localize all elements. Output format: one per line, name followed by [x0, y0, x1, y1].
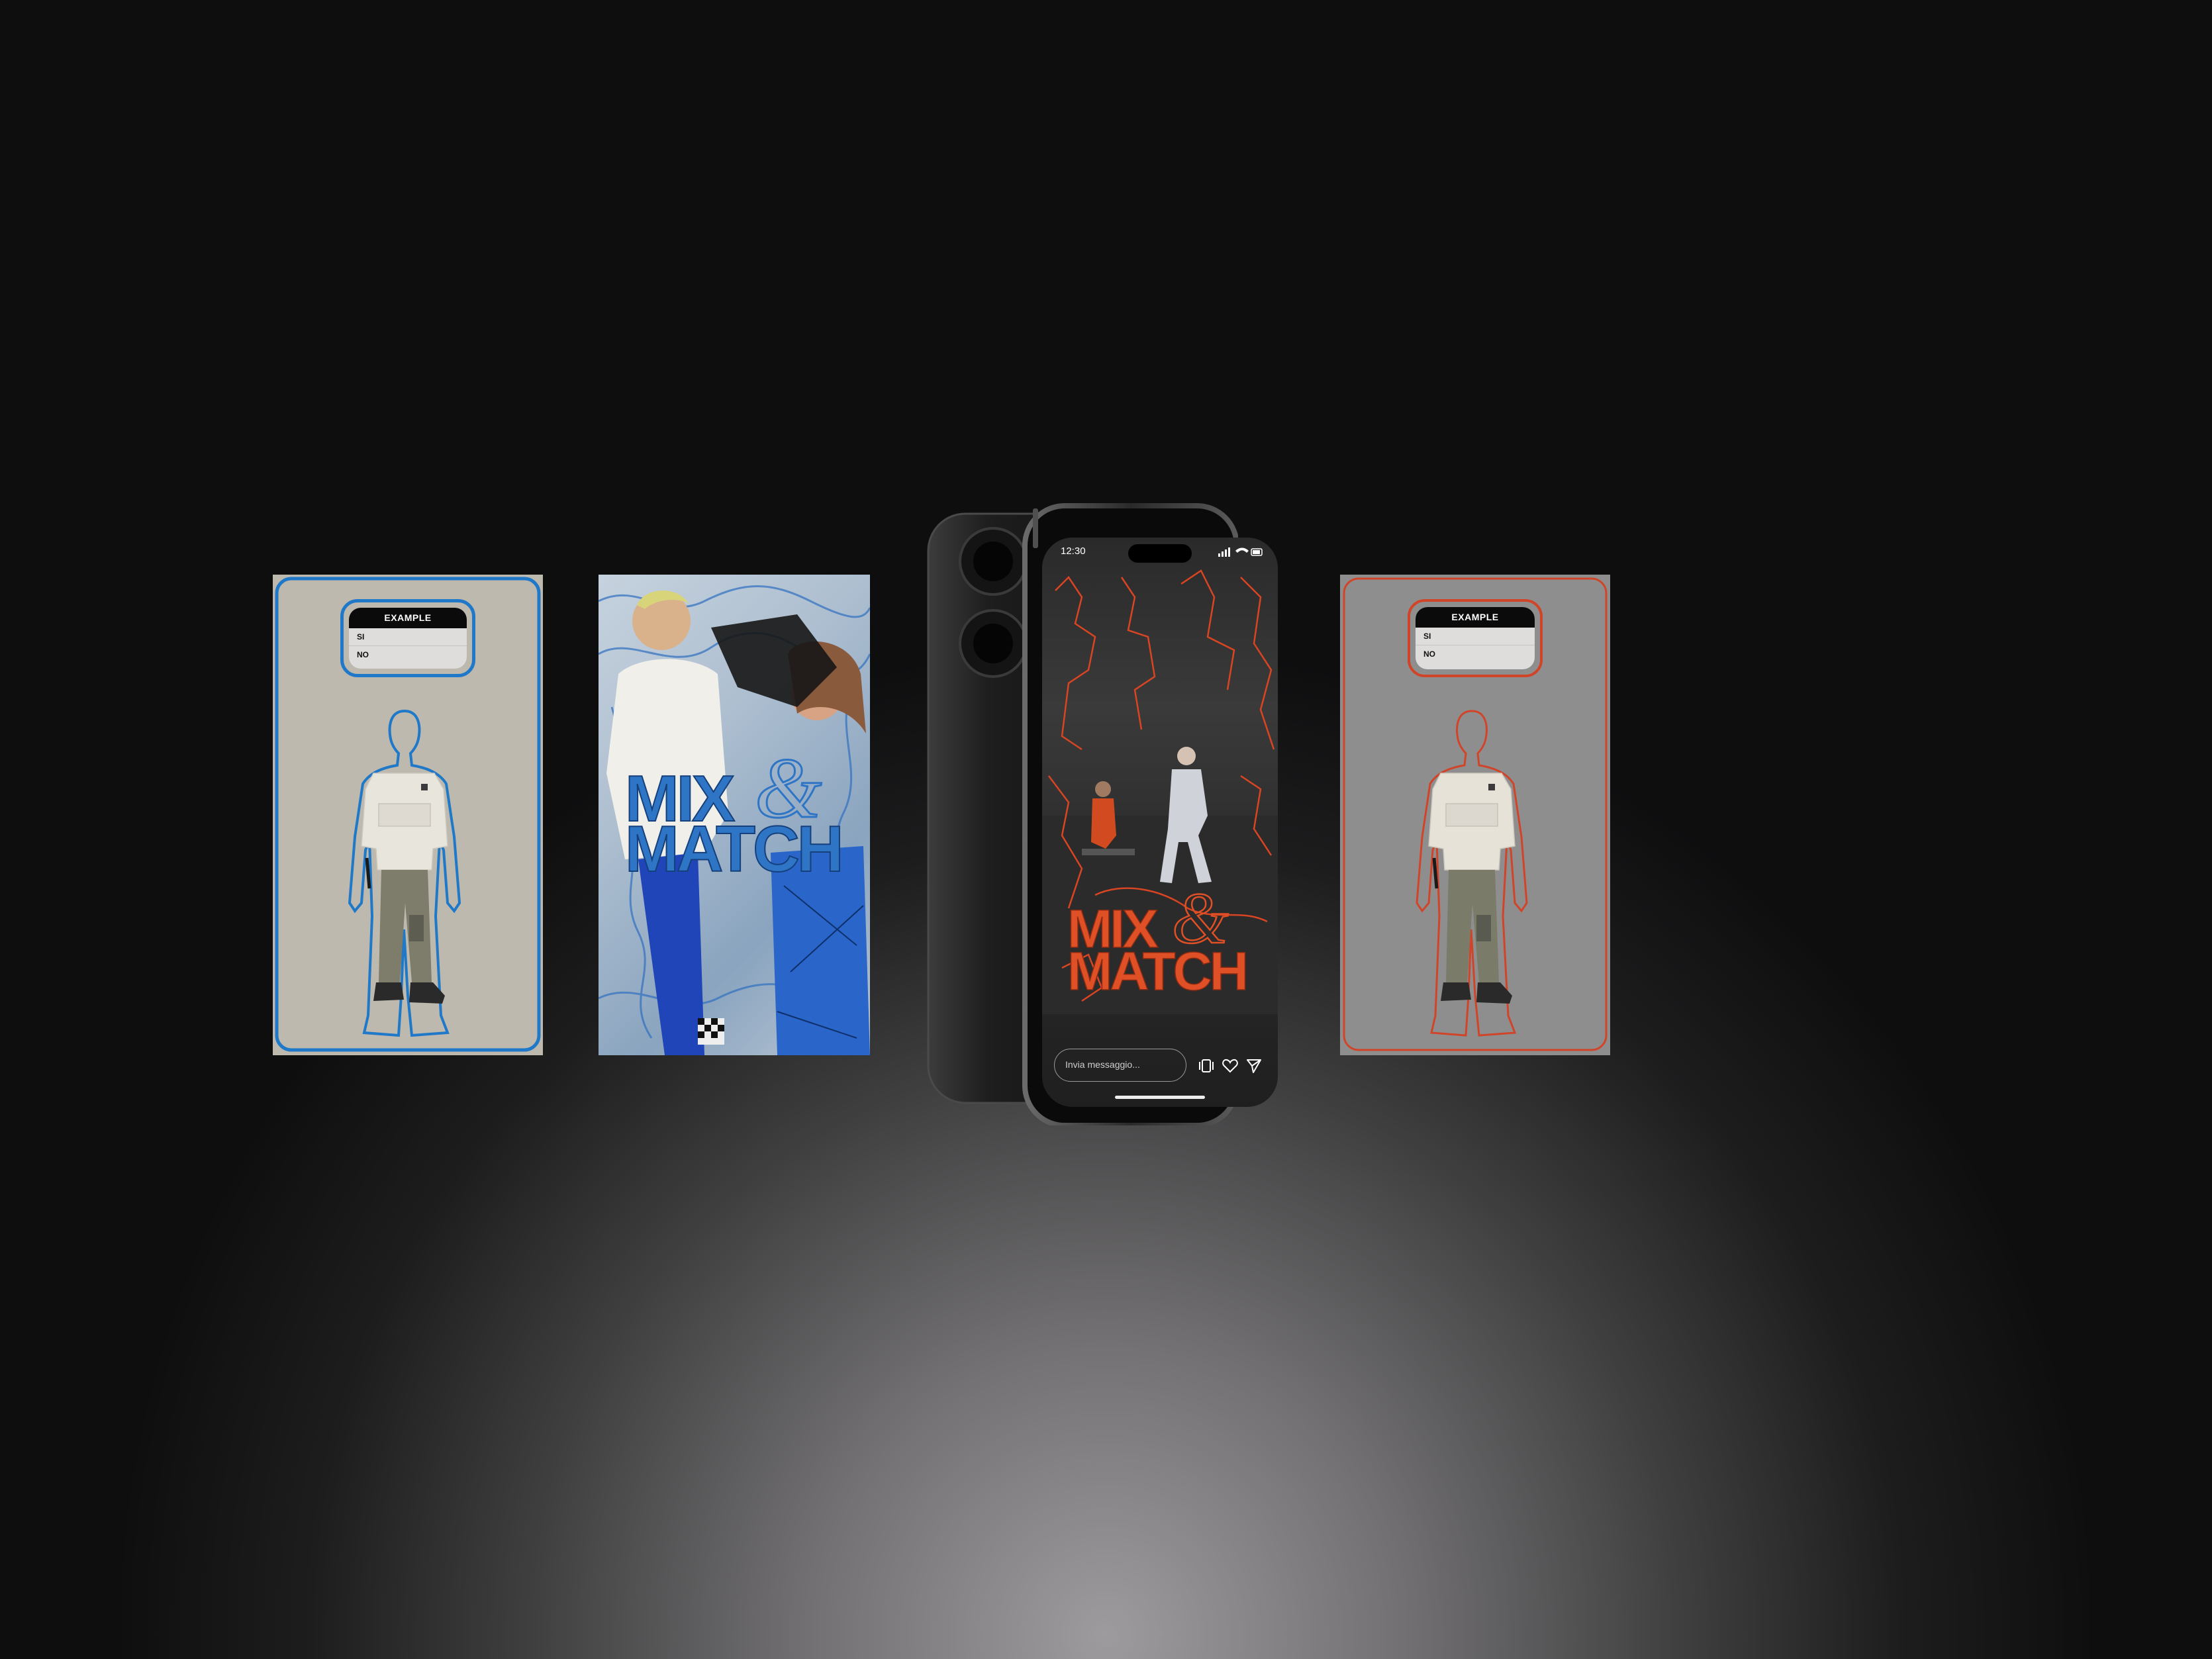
phone-screen: 12:30 MIX & MATCH — [1042, 538, 1278, 1107]
home-indicator[interactable] — [1115, 1096, 1205, 1099]
poll-title: EXAMPLE — [1416, 607, 1535, 628]
message-field[interactable] — [1054, 1049, 1186, 1082]
story-card-left: EXAMPLE SI NO — [273, 575, 543, 1055]
poll-option-no[interactable]: NO — [1416, 645, 1535, 663]
story-card-right: EXAMPLE SI NO — [1340, 575, 1610, 1055]
poll-sticker[interactable]: EXAMPLE SI NO — [340, 599, 475, 677]
send-icon[interactable] — [1245, 1057, 1263, 1075]
mix-match-poster: MIX & MATCH — [599, 575, 870, 1055]
poll-option-si[interactable]: SI — [1416, 628, 1535, 645]
story-artwork — [1042, 569, 1278, 1014]
outfit-figure — [348, 709, 461, 1037]
poster-title-match: MATCH — [624, 812, 845, 885]
poll-sticker[interactable]: EXAMPLE SI NO — [1408, 599, 1543, 677]
story-ampersand: & — [1171, 878, 1229, 959]
story-title-match: MATCH — [1067, 941, 1249, 1002]
heart-icon[interactable] — [1221, 1057, 1239, 1075]
poll-option-si[interactable]: SI — [349, 628, 467, 645]
message-input[interactable] — [1065, 1059, 1178, 1070]
gallery-icon[interactable] — [1197, 1057, 1216, 1075]
poll-option-no[interactable]: NO — [349, 645, 467, 663]
outfit-figure — [1416, 710, 1528, 1037]
poll-title: EXAMPLE — [349, 608, 467, 628]
